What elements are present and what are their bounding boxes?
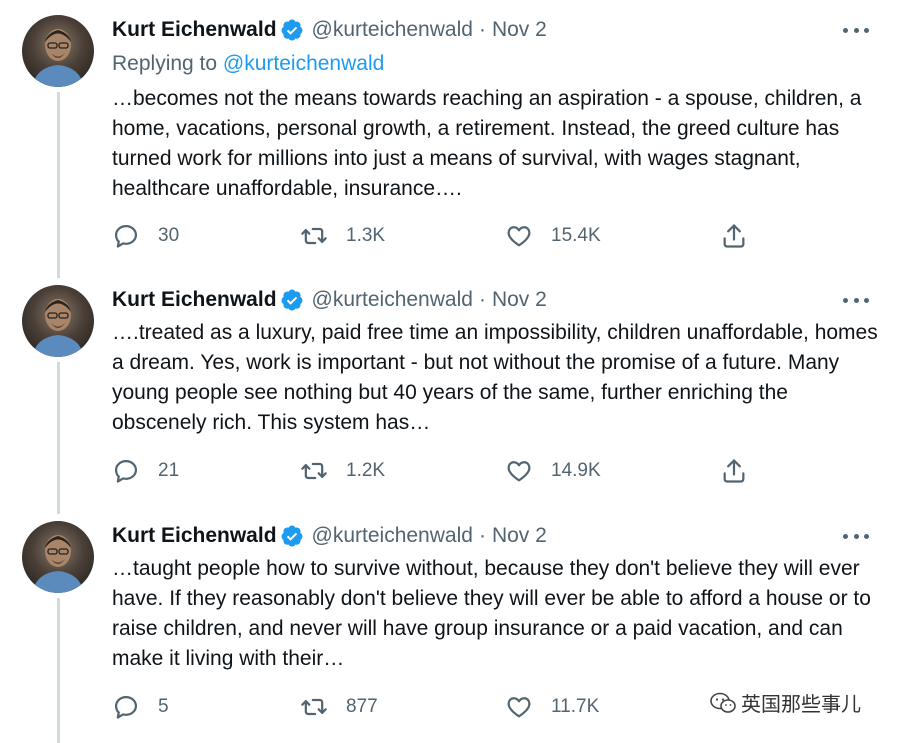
retweet-count: 1.3K [346,225,386,246]
tweet-text: ….treated as a luxury, paid free time an… [112,321,878,434]
replying-to: Replying to @kurteichenwald [112,52,384,76]
tweet-header: Kurt Eichenwald @kurteichenwald · Nov 2 [112,284,877,316]
retweet-icon [301,462,327,480]
replying-mention-link[interactable]: @kurteichenwald [223,52,384,75]
reply-button[interactable]: 30 [112,221,179,251]
more-options-icon[interactable] [843,26,869,34]
like-count: 11.7K [551,696,600,717]
share-icon [723,224,745,248]
share-button[interactable] [720,221,766,251]
like-button[interactable]: 11.7K [505,692,599,722]
tweet-header: Kurt Eichenwald @kurteichenwald · Nov 2 [112,14,877,46]
tweet-date[interactable]: Nov 2 [492,288,547,312]
avatar[interactable] [22,521,94,593]
replying-label: Replying to [112,52,218,75]
tweet-date[interactable]: Nov 2 [492,18,547,42]
like-button[interactable]: 15.4K [505,221,601,251]
reply-count: 5 [158,696,169,717]
author-name[interactable]: Kurt Eichenwald [112,288,277,312]
reply-button[interactable]: 21 [112,456,179,486]
tweet-actions: 5 877 11.7K [112,692,762,722]
reply-count: 21 [158,460,180,481]
like-button[interactable]: 14.9K [505,456,601,486]
more-options-icon[interactable] [843,296,869,304]
retweet-button[interactable]: 1.3K [300,221,385,251]
author-name[interactable]: Kurt Eichenwald [112,18,277,42]
reply-icon [114,224,138,248]
tweet-date[interactable]: Nov 2 [492,524,547,548]
more-options-icon[interactable] [843,532,869,540]
watermark-text: 英国那些事儿 [741,694,861,716]
wechat-icon [710,692,736,713]
author-handle[interactable]: @kurteichenwald [312,18,473,42]
like-count: 14.9K [551,460,601,481]
like-count: 15.4K [551,225,601,246]
avatar-image [32,299,84,357]
tweet-text: …taught people how to survive without, b… [112,557,871,670]
heart-icon [507,697,531,718]
author-handle[interactable]: @kurteichenwald [312,288,473,312]
avatar[interactable] [22,15,94,87]
watermark: 英国那些事儿 [703,686,867,719]
reply-button[interactable]: 5 [112,692,169,722]
retweet-icon [301,698,327,716]
heart-icon [507,226,531,247]
tweet[interactable]: Kurt Eichenwald @kurteichenwald · Nov 2 … [0,0,897,270]
reply-icon [114,695,138,719]
avatar[interactable] [22,285,94,357]
reply-count: 30 [158,225,180,246]
heart-icon [507,461,531,482]
verified-badge-icon [281,19,303,41]
share-icon [723,459,745,483]
verified-badge-icon [281,289,303,311]
separator: · [478,288,486,311]
retweet-button[interactable]: 877 [300,692,378,722]
separator: · [478,524,486,547]
share-button[interactable] [720,456,766,486]
avatar-image [32,29,84,87]
tweet-actions: 30 1.3K 15.4K [112,221,762,251]
retweet-count: 877 [346,696,378,717]
tweet[interactable]: Kurt Eichenwald @kurteichenwald · Nov 2 … [0,270,897,506]
tweet-header: Kurt Eichenwald @kurteichenwald · Nov 2 [112,520,877,552]
tweet-text: …becomes not the means towards reaching … [112,87,862,200]
retweet-count: 1.2K [346,460,386,481]
verified-badge-icon [281,525,303,547]
author-name[interactable]: Kurt Eichenwald [112,524,277,548]
reply-icon [114,459,138,483]
tweet-actions: 21 1.2K 14.9K [112,456,762,486]
retweet-button[interactable]: 1.2K [300,456,385,486]
retweet-icon [301,227,327,245]
separator: · [478,18,486,41]
author-handle[interactable]: @kurteichenwald [312,524,473,548]
avatar-image [32,535,84,593]
